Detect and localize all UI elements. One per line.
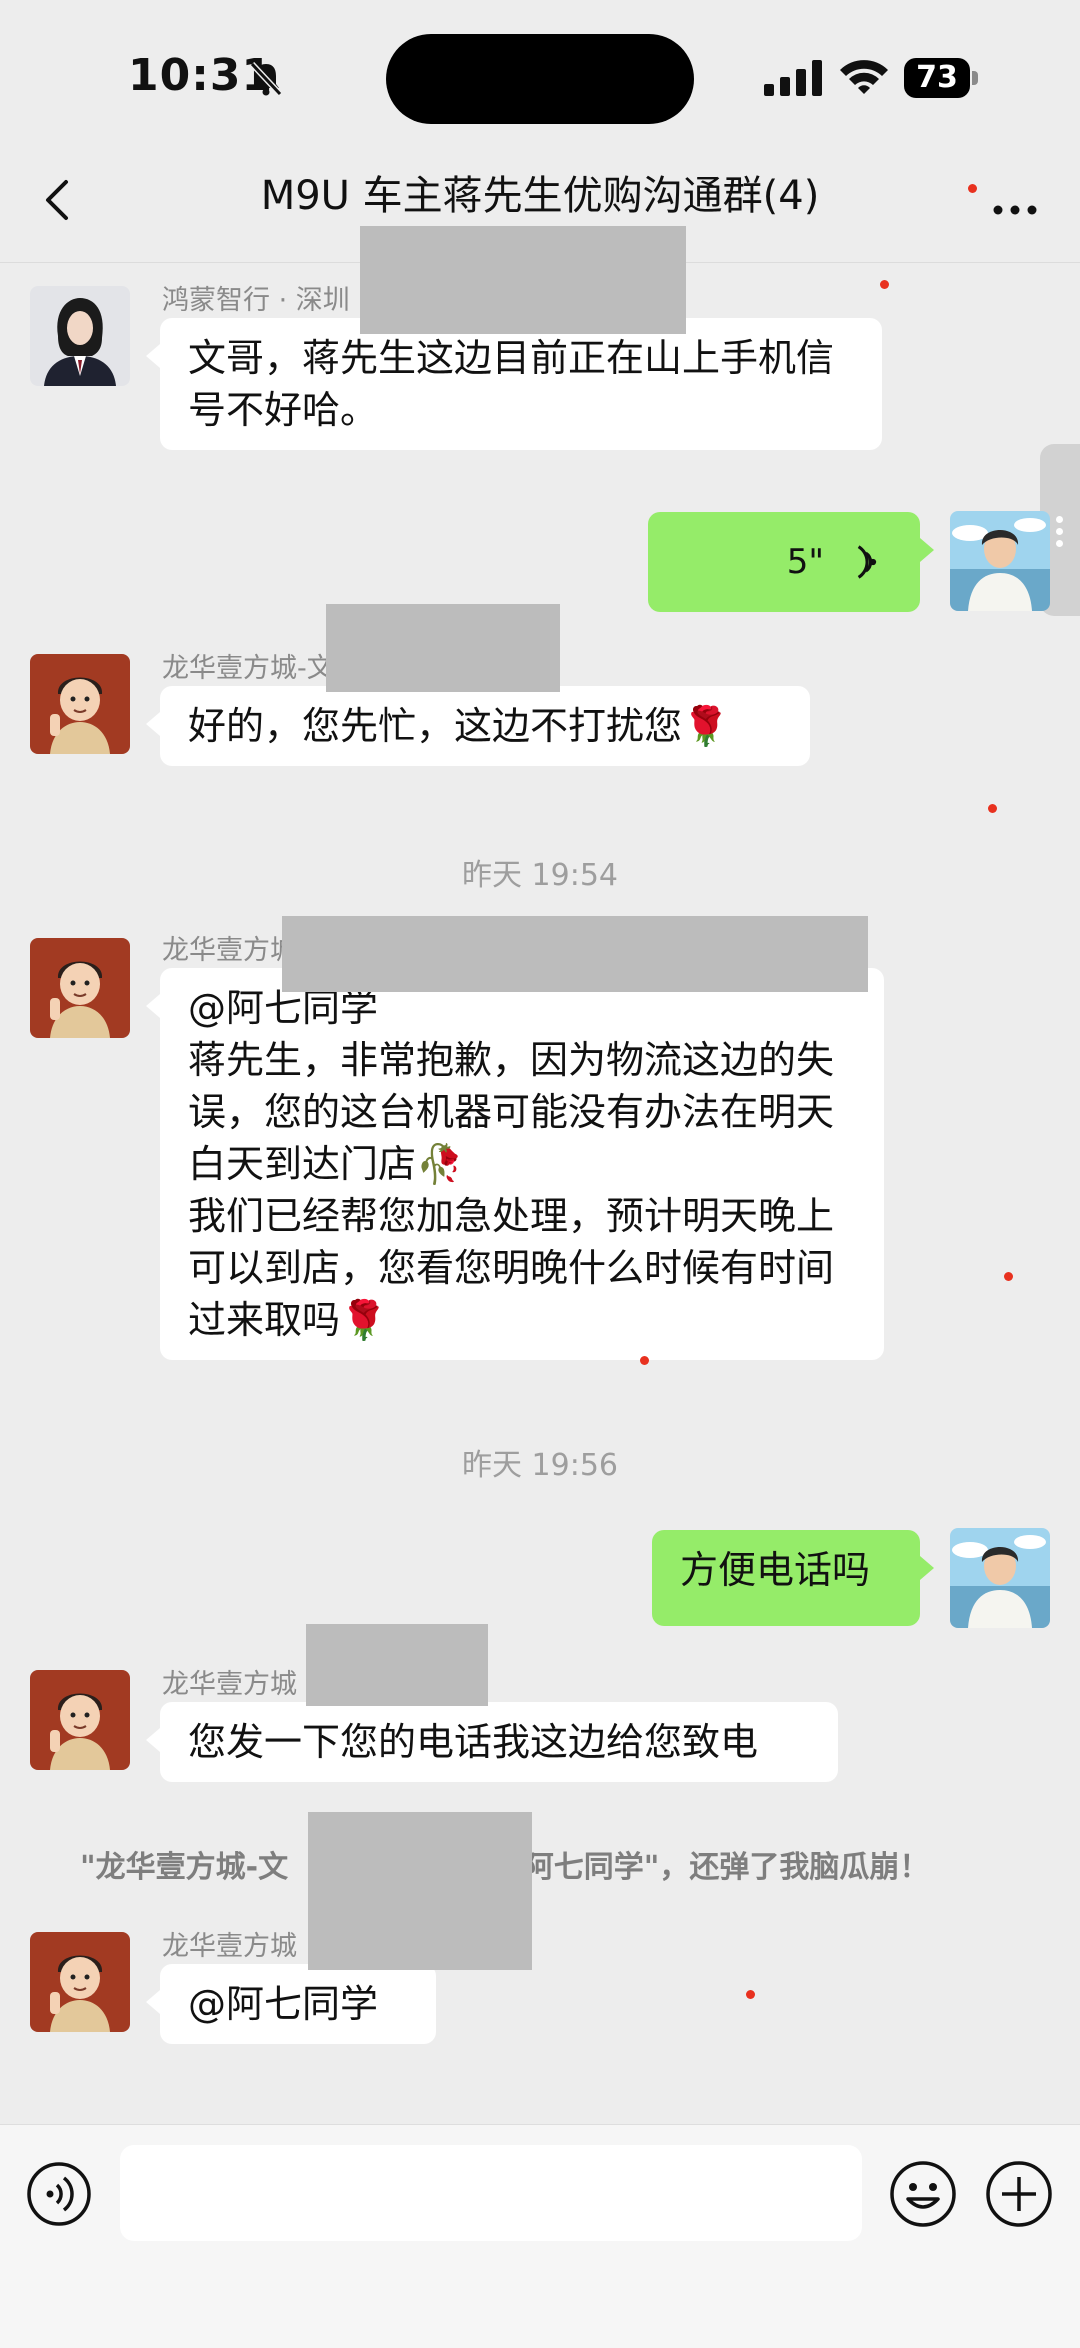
wifi-icon — [840, 60, 888, 94]
sender-name: 龙华壹方城 — [162, 935, 297, 966]
message-text: 方便电话吗 — [680, 1548, 871, 1592]
red-dot — [988, 804, 997, 813]
voice-message-bubble[interactable]: 5" — [648, 512, 934, 612]
system-notice-part2: "阿七同学"，还弹了我脑瓜崩！ — [508, 1850, 930, 1885]
red-dot — [640, 1356, 649, 1365]
sender-name: 龙华壹方城-文 — [162, 653, 334, 684]
time-separator: 昨天 19:56 — [462, 1448, 618, 1483]
sender-name: 鸿蒙智行 · 深圳 — [162, 285, 350, 316]
red-dot — [968, 184, 977, 193]
self-avatar[interactable] — [950, 1528, 1050, 1628]
message-text: 文哥，蒋先生这边目前正在山上手机信号不好哈。 — [188, 336, 835, 432]
voice-wave-icon — [857, 545, 877, 579]
bell-muted-icon — [249, 61, 283, 97]
chat-title: M9U 车主蒋先生优购沟通群(4) — [260, 173, 820, 219]
avatar[interactable] — [30, 654, 130, 754]
avatar[interactable] — [30, 1670, 130, 1770]
message-bubble[interactable]: @阿七同学 蒋先生，非常抱歉，因为物流这边的失误，您的这台机器可能没有办法在明天… — [146, 968, 884, 1360]
plus-icon[interactable] — [984, 2159, 1054, 2229]
avatar[interactable] — [30, 1932, 130, 2032]
sender-name: 龙华壹方城 — [162, 1931, 297, 1962]
avatar-boy-image — [950, 1528, 1050, 1628]
message-bubble[interactable]: @阿七同学 — [146, 1964, 436, 2044]
message-text: @阿七同学 — [188, 1982, 379, 2026]
avatar-cartoon-man-image — [30, 1932, 130, 2032]
sender-name: 龙华壹方城 — [162, 1669, 297, 1700]
time-separator: 昨天 19:54 — [462, 858, 618, 893]
battery-indicator: 73 — [904, 58, 980, 98]
redaction-block — [308, 1812, 532, 1970]
avatar-cartoon-man-image — [30, 1670, 130, 1770]
message-bubble[interactable]: 好的，您先忙，这边不打扰您🌹 — [146, 686, 810, 766]
cellular-signal-icon — [764, 60, 822, 96]
avatar[interactable] — [30, 286, 130, 386]
red-dot — [880, 280, 889, 289]
voice-duration: 5" — [786, 542, 824, 582]
redaction-block — [360, 226, 686, 334]
message-bubble[interactable]: 方便电话吗 — [652, 1530, 934, 1626]
battery-level: 73 — [904, 58, 970, 98]
self-avatar[interactable] — [950, 511, 1050, 611]
dynamic-island — [386, 34, 694, 124]
more-icon[interactable] — [980, 170, 1050, 230]
battery-cap — [972, 71, 978, 85]
avatar-woman-image — [30, 286, 130, 386]
avatar-cartoon-man-image — [30, 654, 130, 754]
voice-icon[interactable] — [26, 2161, 92, 2227]
avatar-cartoon-man-image — [30, 938, 130, 1038]
message-input[interactable] — [120, 2145, 862, 2241]
avatar[interactable] — [30, 938, 130, 1038]
message-bubble[interactable]: 文哥，蒋先生这边目前正在山上手机信号不好哈。 — [146, 318, 882, 450]
message-text: 好的，您先忙，这边不打扰您🌹 — [188, 704, 730, 748]
back-icon[interactable] — [30, 170, 90, 230]
emoji-icon[interactable] — [888, 2159, 958, 2229]
redaction-block — [326, 604, 560, 692]
message-bubble[interactable]: 您发一下您的电话我这边给您致电 — [146, 1702, 838, 1782]
system-notice-part1: "龙华壹方城-文 — [80, 1850, 289, 1885]
red-dot — [746, 1990, 755, 1999]
input-toolbar — [0, 2124, 1080, 2348]
status-bar: 10:31 73 — [0, 0, 1080, 150]
redaction-block — [306, 1624, 488, 1706]
red-dot — [1004, 1272, 1013, 1281]
system-notice: "龙华壹方城-文 "阿七同学"，还弹了我脑瓜崩！ — [80, 1842, 1020, 1886]
redaction-block — [282, 916, 868, 992]
message-text: 蒋先生，非常抱歉，因为物流这边的失误，您的这台机器可能没有办法在明天白天到达门店… — [188, 1038, 835, 1186]
message-text: 我们已经帮您加急处理，预计明天晚上可以到店，您看您明晚什么时候有时间过来取吗🌹 — [188, 1194, 835, 1342]
avatar-boy-image — [950, 511, 1050, 611]
message-text: 您发一下您的电话我这边给您致电 — [188, 1720, 759, 1764]
